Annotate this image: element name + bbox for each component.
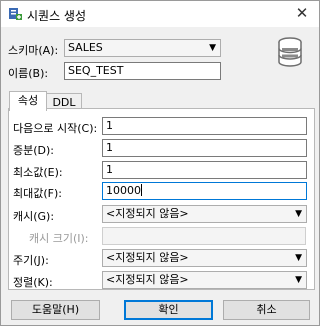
tab-properties-label: 속성 bbox=[17, 94, 39, 107]
schema-select[interactable]: SALES ▼ bbox=[64, 39, 221, 57]
chevron-down-icon: ▼ bbox=[209, 43, 216, 53]
schema-value: SALES bbox=[68, 41, 103, 54]
max-input[interactable]: 10000 bbox=[102, 182, 307, 200]
tab-properties[interactable]: 속성 bbox=[9, 91, 47, 111]
start-label: 다음으로 시작(C): bbox=[13, 122, 98, 135]
chevron-down-icon: ▼ bbox=[295, 275, 302, 285]
help-button[interactable]: 도움말(H) bbox=[11, 300, 100, 320]
min-input[interactable]: 1 bbox=[102, 161, 307, 179]
schema-label: 스키마(A): bbox=[8, 44, 59, 57]
close-icon: ✕ bbox=[295, 4, 309, 22]
increment-input[interactable]: 1 bbox=[102, 139, 307, 157]
close-button[interactable]: ✕ bbox=[291, 3, 313, 23]
start-value: 1 bbox=[106, 119, 113, 132]
cache-select[interactable]: <지정되지 않음> ▼ bbox=[102, 205, 307, 223]
order-value: <지정되지 않음> bbox=[106, 273, 189, 286]
ok-button[interactable]: 확인 bbox=[124, 300, 213, 320]
max-label: 최대값(F): bbox=[13, 187, 62, 200]
min-value: 1 bbox=[106, 163, 113, 176]
window-title: 시퀀스 생성 bbox=[27, 9, 87, 23]
cycle-select[interactable]: <지정되지 않음> ▼ bbox=[102, 249, 307, 267]
name-input[interactable]: SEQ_TEST bbox=[64, 62, 221, 80]
cycle-value: <지정되지 않음> bbox=[106, 251, 189, 264]
name-value: SEQ_TEST bbox=[68, 64, 124, 77]
increment-label: 증분(D): bbox=[13, 144, 54, 157]
start-input[interactable]: 1 bbox=[102, 117, 307, 135]
cache-label: 캐시(G): bbox=[13, 210, 55, 223]
database-icon bbox=[278, 37, 302, 67]
sequence-dialog: 시퀀스 생성 ✕ 스키마(A): SALES ▼ 이름(B): SEQ_TEST… bbox=[0, 0, 320, 326]
order-label: 정렬(K): bbox=[13, 276, 53, 289]
cache-size-input bbox=[102, 227, 306, 245]
chevron-down-icon: ▼ bbox=[295, 253, 302, 263]
order-select[interactable]: <지정되지 않음> ▼ bbox=[102, 271, 307, 289]
name-label: 이름(B): bbox=[8, 67, 49, 80]
sequence-create-icon bbox=[9, 8, 22, 20]
title-bar: 시퀀스 생성 ✕ bbox=[1, 1, 319, 27]
increment-value: 1 bbox=[106, 141, 113, 154]
cycle-label: 주기(J): bbox=[13, 254, 49, 267]
cache-size-label: 캐시 크기(I): bbox=[29, 232, 89, 245]
chevron-down-icon: ▼ bbox=[295, 209, 302, 219]
cancel-button[interactable]: 취소 bbox=[223, 300, 310, 320]
max-value: 10000 bbox=[106, 184, 141, 197]
cache-value: <지정되지 않음> bbox=[106, 207, 189, 220]
min-label: 최소값(E): bbox=[13, 166, 63, 179]
text-caret bbox=[141, 184, 142, 196]
